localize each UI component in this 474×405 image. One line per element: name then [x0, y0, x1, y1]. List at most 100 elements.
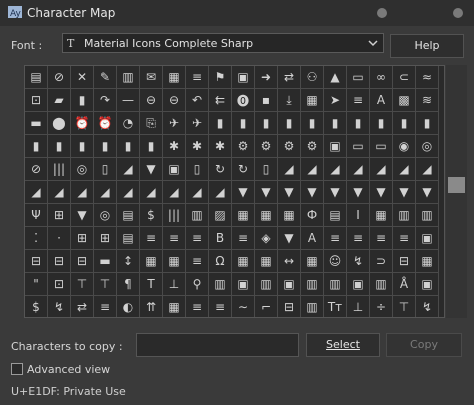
glyph-cell[interactable]: ◐ — [117, 296, 140, 317]
glyph-cell[interactable]: ✈ — [186, 112, 209, 135]
glyph-cell[interactable]: ↕ — [117, 250, 140, 273]
glyph-cell[interactable]: ▦ — [163, 250, 186, 273]
glyph-cell[interactable]: ⏰ — [94, 112, 117, 135]
glyph-cell[interactable]: ⋅ — [48, 227, 71, 250]
glyph-cell[interactable]: ⊡ — [25, 89, 48, 112]
glyph-cell[interactable]: ▼ — [71, 204, 94, 227]
glyph-cell[interactable]: ▼ — [370, 181, 393, 204]
glyph-cell[interactable]: ≋ — [416, 89, 439, 112]
glyph-cell[interactable]: ✎ — [94, 66, 117, 89]
glyph-cell[interactable]: ▲ — [324, 66, 347, 89]
glyph-cell[interactable]: ▥ — [255, 273, 278, 296]
glyph-cell[interactable]: ⚑ — [209, 66, 232, 89]
glyph-cell[interactable]: ⊃ — [370, 250, 393, 273]
glyph-cell[interactable]: T — [140, 273, 163, 296]
glyph-cell[interactable]: ▮ — [324, 112, 347, 135]
glyph-cell[interactable]: ➜ — [255, 66, 278, 89]
glyph-cell[interactable]: ◢ — [48, 181, 71, 204]
glyph-cell[interactable]: ⚇ — [301, 66, 324, 89]
glyph-cell[interactable]: ▥ — [117, 66, 140, 89]
glyph-cell[interactable]: ⊂ — [393, 66, 416, 89]
glyph-cell[interactable]: ≡ — [186, 296, 209, 317]
glyph-cell[interactable]: ▤ — [324, 204, 347, 227]
glyph-cell[interactable]: ▼ — [301, 181, 324, 204]
glyph-cell[interactable]: ▥ — [370, 273, 393, 296]
glyph-cell[interactable]: ⊞ — [71, 227, 94, 250]
glyph-cell[interactable]: ↔ — [278, 250, 301, 273]
glyph-cell[interactable]: A — [301, 227, 324, 250]
glyph-cell[interactable]: ⊤ — [393, 296, 416, 317]
glyph-cell[interactable]: ⁚ — [25, 227, 48, 250]
glyph-cell[interactable]: ▬ — [25, 112, 48, 135]
glyph-cell[interactable]: ⊘ — [48, 66, 71, 89]
glyph-cell[interactable]: ◎ — [416, 135, 439, 158]
glyph-cell[interactable]: ▰ — [48, 89, 71, 112]
glyph-cell[interactable]: ▼ — [347, 181, 370, 204]
glyph-cell[interactable]: ↷ — [94, 89, 117, 112]
select-button[interactable]: Select — [306, 333, 380, 357]
glyph-cell[interactable]: ▦ — [278, 204, 301, 227]
glyph-cell[interactable]: ⊥ — [163, 273, 186, 296]
glyph-cell[interactable]: ||| — [48, 158, 71, 181]
glyph-cell[interactable]: ▣ — [416, 273, 439, 296]
glyph-cell[interactable]: ✱ — [209, 135, 232, 158]
glyph-cell[interactable]: " — [25, 273, 48, 296]
glyph-cell[interactable]: $ — [140, 204, 163, 227]
glyph-cell[interactable]: ▥ — [186, 204, 209, 227]
glyph-cell[interactable]: Tт — [324, 296, 347, 317]
glyph-cell[interactable]: ⊞ — [48, 204, 71, 227]
glyph-cell[interactable]: ✱ — [163, 135, 186, 158]
glyph-cell[interactable]: Å — [393, 273, 416, 296]
glyph-cell[interactable]: ◢ — [301, 158, 324, 181]
glyph-cell[interactable]: ◢ — [370, 158, 393, 181]
glyph-cell[interactable]: ◢ — [94, 181, 117, 204]
glyph-cell[interactable]: ≡ — [393, 227, 416, 250]
glyph-cell[interactable]: ◢ — [393, 158, 416, 181]
glyph-cell[interactable]: ▣ — [232, 66, 255, 89]
close-button[interactable] — [453, 8, 463, 18]
glyph-cell[interactable]: ▣ — [347, 273, 370, 296]
glyph-cell[interactable]: ▭ — [370, 135, 393, 158]
glyph-cell[interactable]: ⎘ — [140, 112, 163, 135]
glyph-cell[interactable]: ▣ — [232, 273, 255, 296]
glyph-cell[interactable]: ▥ — [416, 204, 439, 227]
glyph-cell[interactable]: ≡ — [232, 227, 255, 250]
glyph-cell[interactable]: ⊟ — [278, 296, 301, 317]
glyph-cell[interactable]: ▥ — [324, 273, 347, 296]
glyph-cell[interactable]: ⚙ — [255, 135, 278, 158]
glyph-cell[interactable]: ⚙ — [232, 135, 255, 158]
glyph-cell[interactable]: ▮ — [232, 112, 255, 135]
glyph-cell[interactable]: ⊖ — [140, 89, 163, 112]
glyph-cell[interactable]: ▼ — [278, 181, 301, 204]
glyph-cell[interactable]: ≡ — [209, 296, 232, 317]
glyph-cell[interactable]: ▨ — [209, 204, 232, 227]
glyph-cell[interactable]: ▼ — [278, 227, 301, 250]
glyph-cell[interactable]: ✈ — [163, 112, 186, 135]
glyph-cell[interactable]: ▮ — [370, 112, 393, 135]
glyph-cell[interactable]: ≡ — [186, 66, 209, 89]
glyph-cell[interactable]: Ψ — [25, 204, 48, 227]
glyph-cell[interactable]: ◉ — [393, 135, 416, 158]
font-dropdown[interactable]: T Material Icons Complete Sharp — [62, 33, 384, 53]
glyph-cell[interactable]: ▣ — [278, 273, 301, 296]
glyph-cell[interactable]: ◢ — [416, 158, 439, 181]
glyph-cell[interactable]: ⊤ — [94, 273, 117, 296]
glyph-cell[interactable]: ▼ — [393, 181, 416, 204]
glyph-cell[interactable]: ▯ — [255, 158, 278, 181]
minimize-button[interactable] — [377, 8, 387, 18]
glyph-cell[interactable]: ▦ — [232, 250, 255, 273]
glyph-cell[interactable]: ▣ — [163, 158, 186, 181]
glyph-cell[interactable]: ▼ — [232, 181, 255, 204]
glyph-cell[interactable]: ∼ — [232, 296, 255, 317]
glyph-cell[interactable]: ▤ — [117, 227, 140, 250]
advanced-view-label[interactable]: Advanced view — [27, 363, 110, 376]
glyph-cell[interactable]: ≈ — [416, 66, 439, 89]
glyph-cell[interactable]: ≡ — [163, 227, 186, 250]
glyph-cell[interactable]: I — [347, 204, 370, 227]
glyph-cell[interactable]: ▮ — [25, 135, 48, 158]
glyph-cell[interactable]: ◢ — [163, 181, 186, 204]
glyph-cell[interactable]: ▮ — [347, 112, 370, 135]
glyph-cell[interactable]: ⇄ — [71, 296, 94, 317]
glyph-cell[interactable]: ↯ — [347, 250, 370, 273]
glyph-cell[interactable]: ◢ — [278, 158, 301, 181]
